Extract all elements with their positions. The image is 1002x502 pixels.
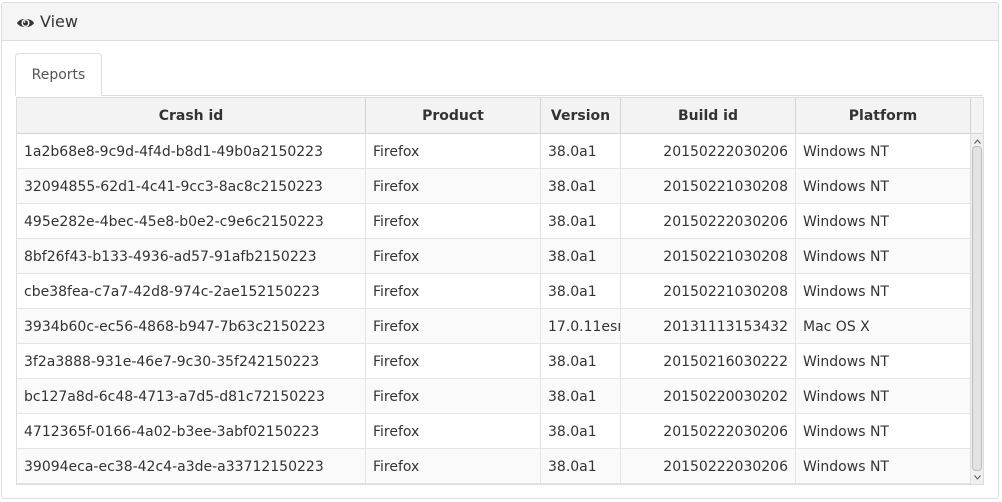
version-cell: 38.0a1 [541,414,621,449]
crash-id-cell: 3f2a3888-931e-46e7-9c30-35f242150223 [17,344,366,379]
crash-id-cell: 1a2b68e8-9c9d-4f4d-b8d1-49b0a2150223 [17,134,366,169]
version-cell: 38.0a1 [541,344,621,379]
crash-id-cell: 32094855-62d1-4c41-9cc3-8ac8c2150223 [17,169,366,204]
table-row[interactable]: 3934b60c-ec56-4868-b947-7b63c2150223 Fire… [17,309,970,344]
tab-bar: Reports [15,53,983,96]
crash-id-cell: 8bf26f43-b133-4936-ad57-91afb2150223 [17,239,366,274]
table-row[interactable]: 8bf26f43-b133-4936-ad57-91afb2150223 Fire… [17,239,970,274]
product-cell: Firefox [366,344,541,379]
table-header: Crash id Product Version Build id Platfo… [17,98,983,134]
crash-id-cell: cbe38fea-c7a7-42d8-974c-2ae152150223 [17,274,366,309]
version-cell: 17.0.11esr [541,309,621,344]
version-cell: 38.0a1 [541,239,621,274]
table-row[interactable]: 1a2b68e8-9c9d-4f4d-b8d1-49b0a2150223 Fire… [17,134,970,169]
scrollbar-thumb[interactable] [972,146,982,471]
build-id-cell: 20150221030208 [621,274,796,309]
platform-cell: Windows NT [803,423,889,440]
column-header-crash-id[interactable]: Crash id [17,98,366,133]
table-row[interactable]: cbe38fea-c7a7-42d8-974c-2ae152150223 Fire… [17,274,970,309]
crash-id-cell: 4712365f-0166-4a02-b3ee-3abf02150223 [17,414,366,449]
platform-cell: Windows NT [803,143,889,160]
column-header-build-id[interactable]: Build id [621,98,796,133]
product-cell: Firefox [366,169,541,204]
version-cell: 38.0a1 [541,274,621,309]
product-cell: Firefox [366,379,541,414]
build-id-cell: 20150222030206 [621,204,796,239]
product-cell: Firefox [366,309,541,344]
eye-icon [16,15,35,29]
build-id-cell: 20150216030222 [621,344,796,379]
column-header-product[interactable]: Product [366,98,541,133]
crash-id-cell: 39094eca-ec38-42c4-a3de-a33712150223 [17,449,366,484]
platform-cell: Windows NT [803,458,889,475]
platform-cell: Mac OS X [803,318,870,335]
build-id-cell: 20150220030202 [621,379,796,414]
table-row[interactable]: 4712365f-0166-4a02-b3ee-3abf02150223 Fire… [17,414,970,449]
version-cell: 38.0a1 [541,134,621,169]
tab-reports[interactable]: Reports [15,53,102,96]
reports-table: Crash id Product Version Build id Platfo… [16,97,984,485]
table-row[interactable]: 32094855-62d1-4c41-9cc3-8ac8c2150223 Fire… [17,169,970,204]
column-header-platform[interactable]: Platform [796,98,971,133]
version-cell: 38.0a1 [541,379,621,414]
version-cell: 38.0a1 [541,204,621,239]
build-id-cell: 20150221030208 [621,239,796,274]
table-row[interactable]: 39094eca-ec38-42c4-a3de-a33712150223 Fire… [17,449,970,484]
build-id-cell: 20150222030206 [621,414,796,449]
platform-cell: Windows NT [803,353,889,370]
product-cell: Firefox [366,274,541,309]
panel-heading: View [2,3,998,41]
build-id-cell: 20150222030206 [621,134,796,169]
panel-title: View [40,12,78,31]
platform-cell: Windows NT [803,213,889,230]
table-row[interactable]: 3f2a3888-931e-46e7-9c30-35f242150223 Fire… [17,344,970,379]
table-row[interactable]: 495e282e-4bec-45e8-b0e2-c9e6c2150223 Fire… [17,204,970,239]
product-cell: Firefox [366,414,541,449]
version-cell: 38.0a1 [541,449,621,484]
column-header-version[interactable]: Version [541,98,621,133]
platform-cell: Windows NT [803,283,889,300]
tab-reports-label: Reports [31,66,86,83]
version-cell: 38.0a1 [541,169,621,204]
build-id-cell: 20150221030208 [621,169,796,204]
crash-id-cell: bc127a8d-6c48-4713-a7d5-d81c72150223 [17,379,366,414]
vertical-scrollbar[interactable] [970,134,983,484]
product-cell: Firefox [366,239,541,274]
build-id-cell: 20150222030206 [621,449,796,484]
platform-cell: Windows NT [803,388,889,405]
build-id-cell: 20131113153432 [621,309,796,344]
product-cell: Firefox [366,204,541,239]
product-cell: Firefox [366,449,541,484]
crash-id-cell: 495e282e-4bec-45e8-b0e2-c9e6c2150223 [17,204,366,239]
table-row[interactable]: bc127a8d-6c48-4713-a7d5-d81c72150223 Fire… [17,379,970,414]
scroll-down-arrow-icon[interactable] [972,471,983,483]
platform-cell: Windows NT [803,248,889,265]
platform-cell: Windows NT [803,178,889,195]
crash-id-cell: 3934b60c-ec56-4868-b947-7b63c2150223 [17,309,366,344]
product-cell: Firefox [366,134,541,169]
